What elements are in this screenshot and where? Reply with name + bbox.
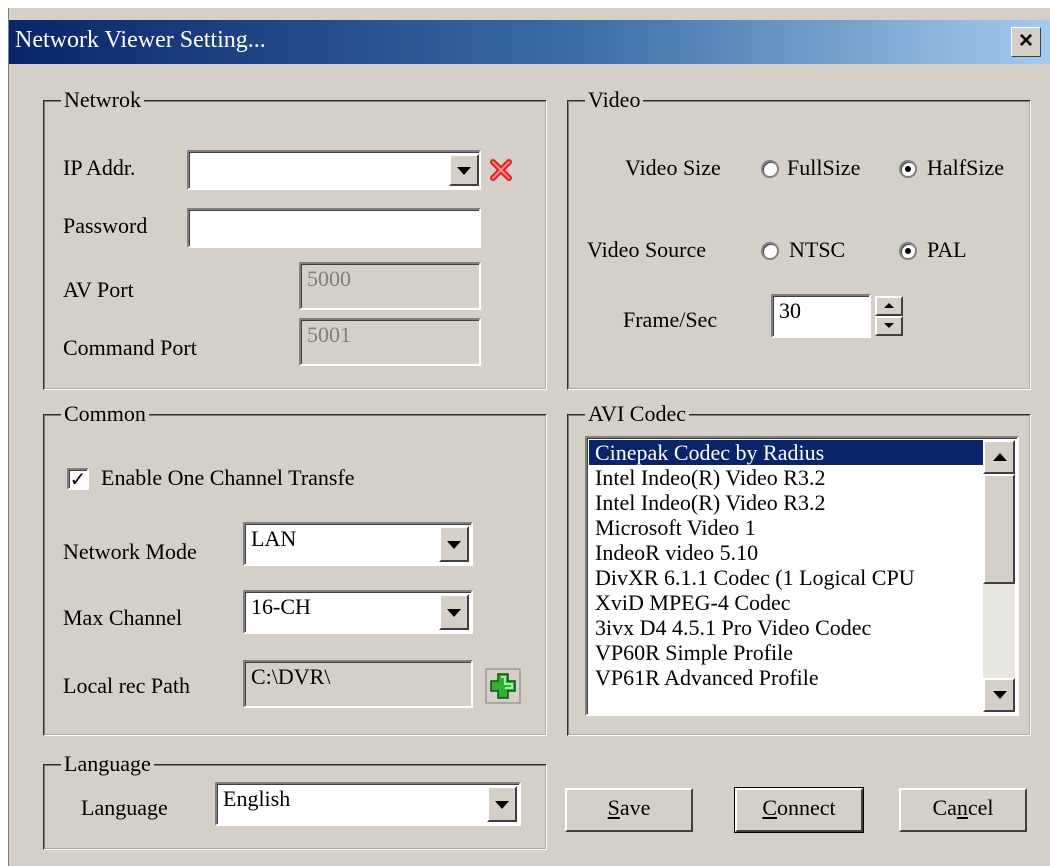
- halfsize-radio-label: HalfSize: [927, 155, 1004, 180]
- frame-per-sec-input[interactable]: 30: [771, 294, 871, 338]
- codec-list-item[interactable]: DivXR 6.1.1 Codec (1 Logical CPU: [589, 565, 983, 590]
- scroll-up-button[interactable]: [983, 440, 1015, 474]
- video-size-label: Video Size: [625, 155, 721, 180]
- codec-list-item[interactable]: IndeoR video 5.10: [589, 540, 983, 565]
- codec-list-item[interactable]: Intel Indeo(R) Video R3.2: [589, 465, 983, 490]
- language-group-label: Language: [61, 751, 154, 777]
- network-mode-label: Network Mode: [63, 539, 197, 564]
- title-bar[interactable]: Network Viewer Setting... ×: [9, 20, 1050, 64]
- command-port-input: 5001: [299, 318, 481, 366]
- local-rec-path-input: C:\DVR\: [243, 660, 473, 708]
- enable-one-channel-label: Enable One Channel Transfe: [101, 465, 355, 490]
- av-port-input: 5000: [299, 262, 481, 310]
- pal-radio[interactable]: [899, 242, 917, 260]
- frame-per-sec-label: Frame/Sec: [623, 307, 718, 332]
- max-channel-dropdown-button[interactable]: [439, 594, 469, 630]
- network-group-label: Netwrok: [61, 87, 144, 113]
- avi-codec-group-label: AVI Codec: [585, 401, 689, 427]
- common-group-label: Common: [61, 401, 149, 427]
- fullsize-radio[interactable]: [761, 160, 779, 178]
- network-mode-dropdown-button[interactable]: [439, 526, 469, 562]
- spin-down-button[interactable]: [875, 316, 903, 336]
- codec-list-item[interactable]: VP61R Advanced Profile: [589, 665, 983, 690]
- codec-list-item[interactable]: Microsoft Video 1: [589, 515, 983, 540]
- codec-list-item[interactable]: XviD MPEG-4 Codec: [589, 590, 983, 615]
- av-port-label: AV Port: [63, 277, 134, 302]
- codec-list-item[interactable]: 3ivx D4 4.5.1 Pro Video Codec: [589, 615, 983, 640]
- language-label: Language: [81, 795, 168, 820]
- max-channel-label: Max Channel: [63, 605, 183, 630]
- ip-address-label: IP Addr.: [63, 155, 136, 180]
- local-rec-path-label: Local rec Path: [63, 673, 191, 698]
- language-dropdown-button[interactable]: [487, 786, 517, 822]
- ip-address-dropdown-button[interactable]: [449, 154, 479, 186]
- codec-list-item[interactable]: VP60R Simple Profile: [589, 640, 983, 665]
- video-group-label: Video: [585, 87, 644, 113]
- remove-ip-icon[interactable]: [489, 158, 513, 182]
- language-select[interactable]: English: [215, 782, 521, 826]
- enable-one-channel-checkbox[interactable]: ✓: [67, 468, 89, 490]
- spin-up-button[interactable]: [875, 296, 903, 316]
- halfsize-radio[interactable]: [899, 160, 917, 178]
- fullsize-radio-label: FullSize: [787, 155, 861, 180]
- cancel-button[interactable]: Cancel: [899, 788, 1027, 832]
- browse-folder-add-icon[interactable]: [485, 668, 521, 704]
- ip-address-combobox[interactable]: [187, 150, 481, 190]
- window-title: Network Viewer Setting...: [15, 27, 266, 53]
- frame-per-sec-spinner[interactable]: [875, 296, 903, 336]
- connect-button[interactable]: Connect: [734, 787, 864, 833]
- pal-radio-label: PAL: [927, 237, 967, 262]
- network-viewer-setting-dialog: Network Viewer Setting... × Netwrok IP A…: [8, 8, 1050, 866]
- ntsc-radio[interactable]: [761, 242, 779, 260]
- password-label: Password: [63, 213, 148, 238]
- codec-list-item[interactable]: Intel Indeo(R) Video R3.2: [589, 490, 983, 515]
- codec-scrollbar[interactable]: [983, 440, 1015, 712]
- close-button[interactable]: ×: [1011, 27, 1041, 57]
- avi-codec-listbox[interactable]: Cinepak Codec by Radius Intel Indeo(R) V…: [585, 436, 1019, 716]
- scroll-thumb[interactable]: [983, 474, 1015, 584]
- codec-list-item[interactable]: Cinepak Codec by Radius: [589, 440, 983, 465]
- save-button[interactable]: Save: [565, 788, 693, 832]
- ntsc-radio-label: NTSC: [789, 237, 846, 262]
- scroll-down-button[interactable]: [983, 678, 1015, 712]
- video-source-label: Video Source: [587, 237, 707, 262]
- password-input[interactable]: [187, 208, 481, 248]
- command-port-label: Command Port: [63, 335, 197, 360]
